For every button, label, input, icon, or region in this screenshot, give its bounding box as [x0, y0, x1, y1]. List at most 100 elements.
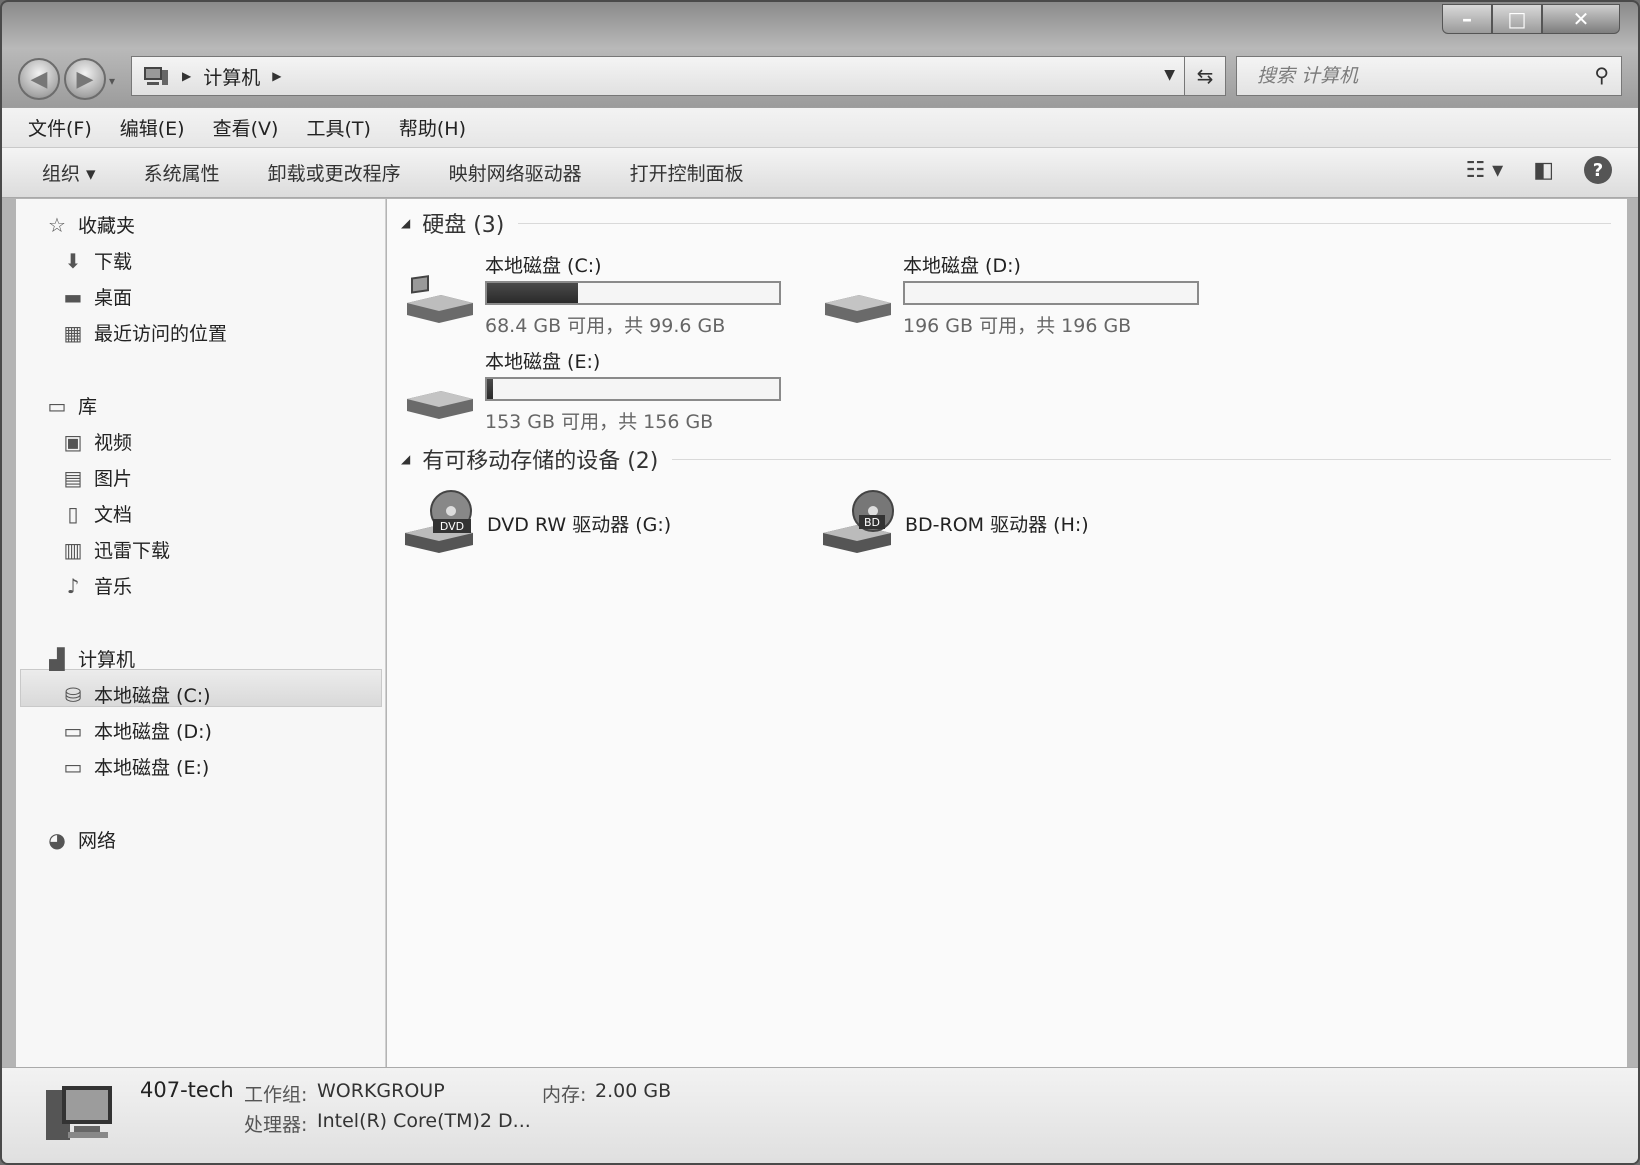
view-controls: ☷ ▾ ◧ ? — [1465, 156, 1612, 184]
system-drive-icon: ⛁ — [64, 682, 82, 707]
nav-item-videos[interactable]: ▣ 视频 — [60, 428, 132, 455]
system-properties-button[interactable]: 系统属性 — [144, 159, 220, 186]
arrow-right-icon: ▶ — [76, 66, 94, 92]
search-box[interactable]: ⚲ — [1236, 56, 1622, 96]
drive-name: 本地磁盘 (E:) — [485, 351, 601, 373]
nav-item-music[interactable]: ♪ 音乐 — [60, 572, 132, 599]
back-button[interactable]: ◀ — [18, 58, 60, 100]
drive-usage-fill — [487, 283, 579, 303]
bd-drive-icon: BD — [823, 490, 894, 553]
drive-tile-c[interactable]: 本地磁盘 (C:) 68.4 GB 可用，共 99.6 GB — [401, 251, 791, 341]
recent-pages-dropdown[interactable]: ▾ — [109, 74, 115, 88]
details-pane: 407-tech 工作组: WORKGROUP 内存: 2.00 GB 处理器:… — [2, 1067, 1638, 1163]
minimize-button[interactable]: – — [1442, 4, 1492, 34]
memory-value: 2.00 GB — [595, 1080, 672, 1102]
collapse-triangle-icon[interactable]: ◢ — [401, 452, 410, 466]
nav-label: 本地磁盘 (E:) — [94, 757, 210, 779]
drive-name: 本地磁盘 (D:) — [903, 255, 1021, 277]
nav-item-drive-d[interactable]: ▭ 本地磁盘 (D:) — [60, 717, 212, 744]
workgroup-value: WORKGROUP — [317, 1080, 445, 1102]
menu-file[interactable]: 文件(F) — [28, 114, 92, 141]
drive-usage-bar — [485, 281, 781, 305]
dvd-drive-icon: DVD — [405, 490, 473, 553]
group-header-hard-disks[interactable]: ◢ 硬盘 (3) — [401, 207, 1611, 239]
nav-label: 收藏夹 — [78, 215, 136, 237]
nav-label: 视频 — [94, 432, 133, 454]
address-dropdown-icon[interactable]: ▼ — [1164, 67, 1175, 83]
recent-places-icon: ▦ — [63, 320, 83, 345]
arrow-left-icon: ◀ — [30, 66, 48, 92]
hard-drive-icon — [407, 391, 473, 419]
uninstall-program-button[interactable]: 卸载或更改程序 — [268, 159, 401, 186]
documents-icon: ▯ — [67, 501, 79, 526]
forward-button[interactable]: ▶ — [64, 58, 106, 100]
close-button[interactable]: ✕ — [1542, 4, 1620, 34]
help-icon[interactable]: ? — [1584, 156, 1612, 184]
nav-item-recent-places[interactable]: ▦ 最近访问的位置 — [60, 319, 227, 346]
drive-tile-d[interactable]: 本地磁盘 (D:) 196 GB 可用，共 196 GB — [819, 251, 1209, 341]
device-tile-dvd[interactable]: DVD DVD RW 驱动器 (G:) — [401, 489, 671, 557]
navigation-pane: ☆ 收藏夹 ⬇ 下载 ▬ 桌面 ▦ 最近访问的位置 ▭ 库 ▣ 视频 ▤ 图片 … — [16, 199, 386, 1067]
nav-item-downloads[interactable]: ⬇ 下载 — [60, 247, 132, 274]
breadcrumb-separator[interactable]: ▶ — [182, 69, 191, 83]
explorer-window: – □ ✕ ◀ ▶ ▾ ▶ 计算机 ▶ ▼ ⇆ ⚲ 文件(F) 编辑(E) 查看… — [0, 0, 1640, 1165]
breadcrumb-separator[interactable]: ▶ — [272, 69, 281, 83]
nav-computer[interactable]: ▟ 计算机 — [44, 645, 135, 672]
svg-text:BD: BD — [864, 516, 880, 529]
nav-item-desktop[interactable]: ▬ 桌面 — [60, 283, 132, 310]
computer-icon: ▟ — [49, 646, 65, 671]
memory-label: 内存: — [542, 1084, 587, 1106]
menu-tools[interactable]: 工具(T) — [306, 114, 370, 141]
nav-label: 下载 — [94, 251, 133, 273]
open-control-panel-button[interactable]: 打开控制面板 — [630, 159, 744, 186]
hard-drive-icon: ▭ — [63, 718, 83, 743]
computer-icon — [144, 67, 168, 85]
content-pane: ◢ 硬盘 (3) 本地磁盘 (C:) 68.4 GB 可用，共 99.6 GB … — [387, 199, 1627, 1067]
processor-value: Intel(R) Core(TM)2 D... — [317, 1110, 531, 1132]
pictures-icon: ▤ — [63, 465, 83, 490]
nav-item-drive-e[interactable]: ▭ 本地磁盘 (E:) — [60, 753, 210, 780]
hard-drive-icon — [825, 295, 891, 323]
nav-item-thunder-downloads[interactable]: ▥ 迅雷下载 — [60, 536, 170, 563]
search-input[interactable] — [1257, 65, 1577, 87]
search-icon[interactable]: ⚲ — [1594, 63, 1609, 87]
drive-usage-bar — [903, 281, 1199, 305]
change-view-icon[interactable]: ☷ ▾ — [1465, 158, 1503, 183]
nav-label: 音乐 — [94, 576, 133, 598]
music-icon: ♪ — [66, 573, 80, 598]
nav-label: 计算机 — [78, 649, 136, 671]
address-bar[interactable]: ▶ 计算机 ▶ ▼ — [131, 56, 1186, 96]
menu-help[interactable]: 帮助(H) — [399, 114, 466, 141]
device-tile-bd[interactable]: BD BD-ROM 驱动器 (H:) — [819, 489, 1089, 557]
thunder-downloads-icon: ▥ — [63, 537, 83, 562]
nav-network[interactable]: ◕ 网络 — [44, 826, 116, 853]
collapse-triangle-icon[interactable]: ◢ — [401, 216, 410, 230]
nav-label: 最近访问的位置 — [94, 323, 228, 345]
group-title: 硬盘 (3) — [422, 213, 505, 238]
nav-item-documents[interactable]: ▯ 文档 — [60, 500, 132, 527]
hard-drive-icon: ▭ — [63, 754, 83, 779]
refresh-button[interactable]: ⇆ — [1184, 56, 1226, 96]
map-network-drive-button[interactable]: 映射网络驱动器 — [449, 159, 582, 186]
menu-edit[interactable]: 编辑(E) — [120, 114, 185, 141]
breadcrumb-computer[interactable]: 计算机 — [203, 63, 260, 90]
nav-label: 文档 — [94, 504, 133, 526]
menu-view[interactable]: 查看(V) — [213, 114, 279, 141]
video-icon: ▣ — [63, 429, 83, 454]
nav-favorites[interactable]: ☆ 收藏夹 — [44, 211, 135, 238]
drive-usage-bar — [485, 377, 781, 401]
organize-button[interactable]: 组织 ▾ — [42, 159, 96, 186]
group-divider — [518, 222, 1611, 224]
system-drive-icon — [407, 275, 473, 323]
preview-pane-icon[interactable]: ◧ — [1533, 158, 1554, 183]
nav-label: 库 — [78, 396, 98, 418]
nav-item-pictures[interactable]: ▤ 图片 — [60, 464, 132, 491]
nav-item-drive-c[interactable]: ⛁ 本地磁盘 (C:) — [60, 681, 211, 708]
maximize-button[interactable]: □ — [1492, 4, 1542, 34]
drive-tile-e[interactable]: 本地磁盘 (E:) 153 GB 可用，共 156 GB — [401, 347, 791, 437]
workgroup-label: 工作组: — [244, 1084, 308, 1106]
group-header-removable[interactable]: ◢ 有可移动存储的设备 (2) — [401, 443, 1611, 475]
nav-label: 本地磁盘 (C:) — [94, 685, 211, 707]
group-divider — [672, 458, 1611, 460]
nav-libraries[interactable]: ▭ 库 — [44, 392, 97, 419]
